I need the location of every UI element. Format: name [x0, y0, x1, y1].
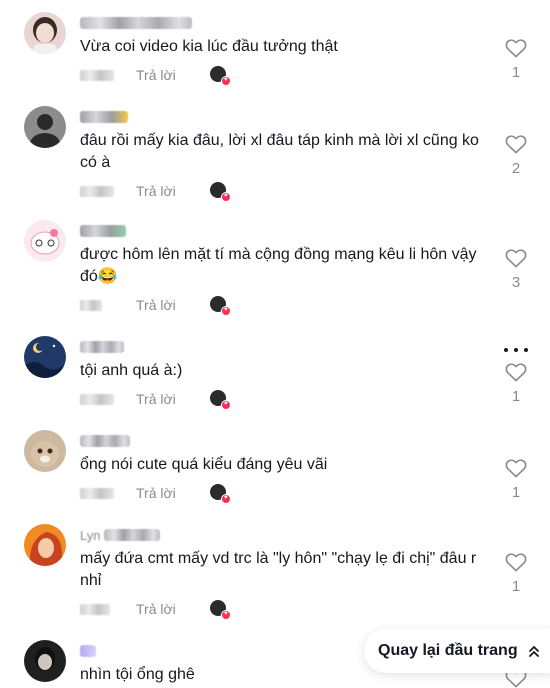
back-to-top-label: Quay lại đầu trang — [378, 642, 518, 659]
avatar[interactable] — [24, 640, 66, 682]
avatar-image — [24, 640, 66, 682]
like-count: 1 — [511, 64, 521, 81]
heart-outline-icon — [505, 249, 527, 268]
avatar[interactable] — [24, 524, 66, 566]
username[interactable] — [80, 340, 480, 354]
username[interactable] — [80, 110, 480, 124]
heart-outline-icon — [505, 553, 527, 572]
avatar-image — [24, 12, 66, 54]
comment-text: ổng nói cute quá kiểu đáng yêu vãi — [80, 456, 328, 473]
comment-date — [80, 487, 114, 499]
like-count: 1 — [511, 388, 521, 405]
comment-date — [80, 69, 114, 81]
like-count: 1 — [511, 578, 521, 595]
avatar[interactable] — [24, 106, 66, 148]
username[interactable] — [80, 434, 480, 448]
reply-button[interactable]: Trả lời — [136, 601, 176, 617]
like-count: 2 — [511, 160, 521, 177]
heart-outline-icon — [505, 39, 527, 58]
comment-date — [80, 393, 114, 405]
creator-liked-badge: ♥ — [209, 66, 231, 86]
heart-outline-icon — [505, 135, 527, 154]
comment-text: tội anh quá à:) — [80, 362, 183, 379]
username[interactable] — [80, 16, 480, 30]
avatar-image — [24, 336, 66, 378]
double-chevron-up-icon — [528, 646, 539, 657]
like-button[interactable]: 3 — [504, 248, 528, 291]
comment-list: Vừa coi video kia lúc đầu tưởng thật Trả… — [0, 0, 550, 688]
comment-date — [80, 299, 102, 311]
avatar[interactable] — [24, 220, 66, 262]
avatar[interactable] — [24, 336, 66, 378]
heart-outline-icon — [505, 363, 527, 382]
avatar-image — [24, 220, 66, 262]
avatar[interactable] — [24, 12, 66, 54]
creator-liked-badge: ♥ — [209, 484, 231, 504]
comment-text: được hôm lên mặt tí mà cộng đồng mạng kê… — [80, 246, 477, 285]
comment-text: đâu rồi mấy kia đâu, lời xl đâu táp kinh… — [80, 132, 479, 171]
like-button[interactable]: 1 — [504, 362, 528, 405]
reply-button[interactable]: Trả lời — [136, 297, 176, 313]
reply-button[interactable]: Trả lời — [136, 183, 176, 199]
comment-text: Vừa coi video kia lúc đầu tưởng thật — [80, 38, 338, 55]
like-button[interactable]: 2 — [504, 134, 528, 177]
creator-liked-badge: ♥ — [209, 600, 231, 620]
like-button[interactable]: 1 — [504, 552, 528, 595]
creator-liked-badge: ♥ — [209, 296, 231, 316]
username-text: Lyn — [80, 527, 101, 543]
reply-button[interactable]: Trả lời — [136, 391, 176, 407]
username[interactable]: Lyn — [80, 527, 480, 543]
avatar[interactable] — [24, 430, 66, 472]
reply-button[interactable]: Trả lời — [136, 485, 176, 501]
reply-button[interactable]: Trả lời — [136, 67, 176, 83]
comment-date — [80, 185, 114, 197]
like-button[interactable]: 1 — [504, 458, 528, 501]
username[interactable] — [80, 224, 480, 238]
heart-outline-icon — [505, 459, 527, 478]
avatar-image — [24, 524, 66, 566]
like-count: 1 — [511, 484, 521, 501]
comment-date — [80, 603, 110, 615]
back-to-top-button[interactable]: Quay lại đầu trang — [364, 629, 550, 673]
avatar-image — [24, 430, 66, 472]
more-options-button[interactable] — [504, 345, 528, 355]
creator-liked-badge: ♥ — [209, 390, 231, 410]
creator-liked-badge: ♥ — [209, 182, 231, 202]
like-button[interactable]: 1 — [504, 38, 528, 81]
comment-text: mấy đứa cmt mấy vd trc là "ly hôn" "chạy… — [80, 550, 477, 589]
like-count: 3 — [511, 274, 521, 291]
default-avatar-icon — [24, 106, 66, 148]
